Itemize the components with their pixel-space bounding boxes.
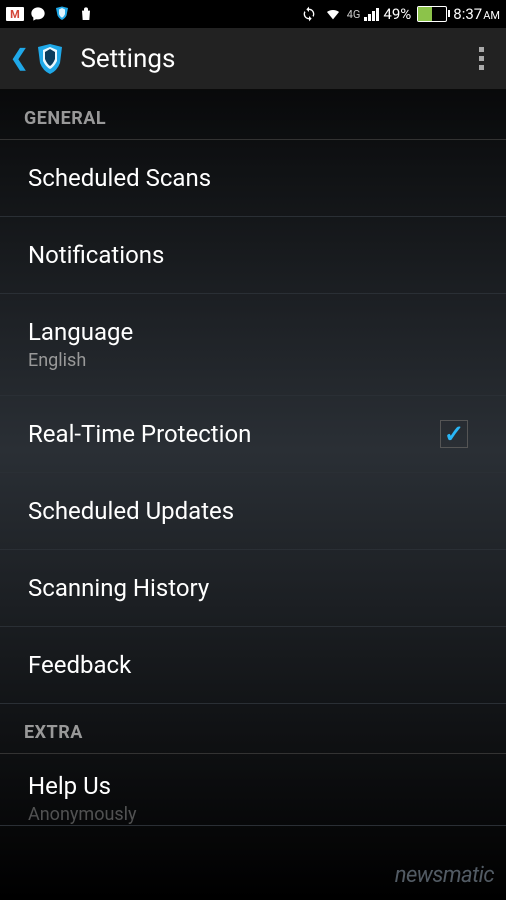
list-item-notifications[interactable]: Notifications <box>0 217 506 294</box>
back-button[interactable]: ❮ <box>10 41 80 77</box>
section-header-general: GENERAL <box>0 90 506 140</box>
status-left-icons: M <box>6 4 96 24</box>
item-title: Language <box>28 318 133 346</box>
item-title: Help Us <box>28 772 137 800</box>
item-title: Real-Time Protection <box>28 420 251 448</box>
list-item-scheduled-updates[interactable]: Scheduled Updates <box>0 473 506 550</box>
realtime-protection-checkbox[interactable]: ✓ <box>440 420 468 448</box>
item-title: Scanning History <box>28 574 209 602</box>
list-item-language[interactable]: Language English <box>0 294 506 396</box>
list-item-help-us[interactable]: Help Us Anonymously <box>0 754 506 826</box>
checkmark-icon: ✓ <box>444 420 464 448</box>
action-bar: ❮ Settings <box>0 28 506 90</box>
item-title: Scheduled Scans <box>28 164 211 192</box>
malwarebytes-logo-icon <box>32 41 68 77</box>
wifi-icon <box>323 4 343 24</box>
malwarebytes-status-icon <box>52 4 72 24</box>
list-item-scanning-history[interactable]: Scanning History <box>0 550 506 627</box>
page-title: Settings <box>80 44 466 74</box>
gmail-icon: M <box>6 7 24 21</box>
item-title: Scheduled Updates <box>28 497 234 525</box>
section-header-extra: EXTRA <box>0 704 506 754</box>
status-time: 8:37AM <box>453 5 500 23</box>
network-4g-label: 4G <box>347 8 361 21</box>
battery-icon <box>417 6 447 22</box>
list-item-realtime-protection[interactable]: Real-Time Protection ✓ <box>0 396 506 473</box>
list-item-scheduled-scans[interactable]: Scheduled Scans <box>0 140 506 217</box>
battery-percent: 49% <box>383 5 411 23</box>
chevron-left-icon: ❮ <box>10 46 28 71</box>
signal-icon <box>364 7 379 21</box>
shopping-icon <box>76 4 96 24</box>
overflow-menu-button[interactable] <box>466 47 496 70</box>
status-bar: M 4G 49% 8:37AM <box>0 0 506 28</box>
hangouts-icon <box>28 4 48 24</box>
watermark: newsmatic <box>395 863 494 888</box>
item-subtitle: Anonymously <box>28 804 137 825</box>
status-right-icons: 4G 49% 8:37AM <box>299 4 500 24</box>
item-subtitle: English <box>28 350 133 371</box>
item-title: Notifications <box>28 241 164 269</box>
list-item-feedback[interactable]: Feedback <box>0 627 506 704</box>
sync-icon <box>299 4 319 24</box>
item-title: Feedback <box>28 651 131 679</box>
